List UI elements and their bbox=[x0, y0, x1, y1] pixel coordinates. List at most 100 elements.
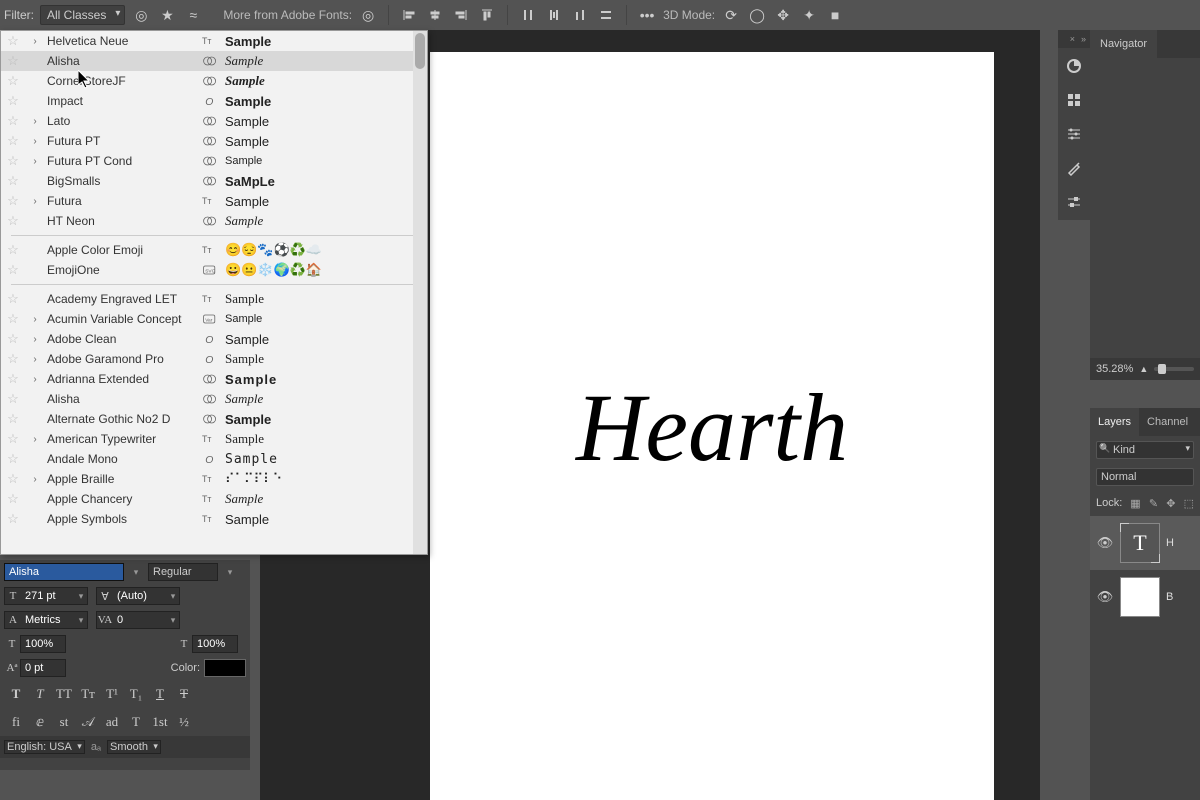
font-row[interactable]: ☆›LatoSample bbox=[1, 111, 427, 131]
layer-visibility-icon[interactable]: 👁 bbox=[1096, 535, 1114, 551]
color-panel-icon[interactable] bbox=[1064, 56, 1084, 76]
expand-dock-icon[interactable]: » bbox=[1081, 34, 1086, 44]
3d-roll-icon[interactable]: ◯ bbox=[747, 5, 767, 25]
3d-camera-icon[interactable]: ■ bbox=[825, 5, 845, 25]
layer-filter-select[interactable]: Kind bbox=[1096, 441, 1194, 459]
font-row[interactable]: ☆›Apple BrailleTᴛ⠎⠁⠍⠏⠇⠑ bbox=[1, 469, 427, 489]
dropdown-scrollbar[interactable] bbox=[413, 31, 427, 554]
font-row[interactable]: ☆›Adobe CleanOSample bbox=[1, 329, 427, 349]
favorite-star-icon[interactable]: ☆ bbox=[1, 242, 25, 258]
favorite-star-icon[interactable]: ☆ bbox=[1, 262, 25, 278]
navigator-preview[interactable] bbox=[1090, 58, 1200, 358]
small-caps-button[interactable]: Tᴛ bbox=[78, 684, 98, 704]
zoom-slider[interactable] bbox=[1154, 367, 1194, 371]
favorite-star-icon[interactable]: ☆ bbox=[1, 193, 25, 209]
faux-bold-button[interactable]: T bbox=[6, 684, 26, 704]
text-color-swatch[interactable] bbox=[204, 659, 246, 677]
favorite-star-icon[interactable]: ☆ bbox=[1, 371, 25, 387]
favorite-star-icon[interactable]: ☆ bbox=[1, 73, 25, 89]
font-row[interactable]: ☆›AlishaSample bbox=[1, 389, 427, 409]
titling-alt-button[interactable]: T bbox=[126, 712, 146, 732]
font-row[interactable]: ☆›AlishaSample bbox=[1, 51, 427, 71]
superscript-button[interactable]: T¹ bbox=[102, 684, 122, 704]
baseline-field[interactable]: Aª bbox=[4, 659, 66, 677]
favorite-star-icon[interactable]: ☆ bbox=[1, 431, 25, 447]
font-row[interactable]: ☆›Adrianna ExtendedSample bbox=[1, 369, 427, 389]
layer-item[interactable]: 👁TH bbox=[1090, 516, 1200, 570]
favorite-star-icon[interactable]: ☆ bbox=[1, 311, 25, 327]
expand-family-icon[interactable]: › bbox=[25, 116, 45, 127]
all-caps-button[interactable]: TT bbox=[54, 684, 74, 704]
favorite-star-icon[interactable]: ☆ bbox=[1, 351, 25, 367]
lock-artboard-icon[interactable]: ⬚ bbox=[1184, 496, 1194, 510]
3d-orbit-icon[interactable]: ⟳ bbox=[721, 5, 741, 25]
favorite-star-icon[interactable]: ☆ bbox=[1, 411, 25, 427]
font-size-field[interactable]: T271 pt▾ bbox=[4, 587, 88, 605]
font-row[interactable]: ☆›CornerStoreJFSample bbox=[1, 71, 427, 91]
layer-visibility-icon[interactable]: 👁 bbox=[1096, 589, 1114, 605]
expand-family-icon[interactable]: › bbox=[25, 334, 45, 345]
font-row[interactable]: ☆›EmojiOneSVG😀😐❄️🌍♻️🏠 bbox=[1, 260, 427, 280]
ordinals-button[interactable]: 1st bbox=[150, 712, 170, 732]
font-row[interactable]: ☆›Academy Engraved LETTᴛSample bbox=[1, 289, 427, 309]
adjustments-panel-icon[interactable] bbox=[1064, 124, 1084, 144]
font-row[interactable]: ☆›BigSmallsSaMpLe bbox=[1, 171, 427, 191]
favorite-star-icon[interactable]: ☆ bbox=[1, 471, 25, 487]
align-left-icon[interactable] bbox=[399, 5, 419, 25]
expand-family-icon[interactable]: › bbox=[25, 314, 45, 325]
favorite-star-icon[interactable]: ☆ bbox=[1, 93, 25, 109]
favorite-star-icon[interactable]: ☆ bbox=[1, 291, 25, 307]
discretionary-lig-button[interactable]: st bbox=[54, 712, 74, 732]
favorite-star-icon[interactable]: ☆ bbox=[1, 113, 25, 129]
font-row[interactable]: ☆›Acumin Variable ConceptVarSample bbox=[1, 309, 427, 329]
zoom-out-icon[interactable]: ▲ bbox=[1139, 364, 1148, 374]
favorite-filter-icon[interactable]: ★ bbox=[157, 5, 177, 25]
font-row[interactable]: ☆›FuturaTᴛSample bbox=[1, 191, 427, 211]
favorite-star-icon[interactable]: ☆ bbox=[1, 511, 25, 527]
language-select[interactable]: English: USA bbox=[4, 740, 85, 754]
layer-item[interactable]: 👁B bbox=[1090, 570, 1200, 624]
scrollbar-thumb[interactable] bbox=[415, 33, 425, 69]
lock-pixels-icon[interactable]: ▦ bbox=[1130, 496, 1140, 510]
faux-italic-button[interactable]: T bbox=[30, 684, 50, 704]
channels-tab[interactable]: Channel bbox=[1139, 408, 1196, 436]
font-row[interactable]: ☆›Andale MonoOSample bbox=[1, 449, 427, 469]
properties-panel-icon[interactable] bbox=[1064, 192, 1084, 212]
layers-tab[interactable]: Layers bbox=[1090, 408, 1139, 436]
fractions-button[interactable]: ½ bbox=[174, 712, 194, 732]
favorite-star-icon[interactable]: ☆ bbox=[1, 33, 25, 49]
font-row[interactable]: ☆›Adobe Garamond ProOSample bbox=[1, 349, 427, 369]
underline-button[interactable]: T bbox=[150, 684, 170, 704]
expand-family-icon[interactable]: › bbox=[25, 434, 45, 445]
favorite-star-icon[interactable]: ☆ bbox=[1, 391, 25, 407]
blend-mode-select[interactable]: Normal bbox=[1096, 468, 1194, 486]
3d-slide-icon[interactable]: ✦ bbox=[799, 5, 819, 25]
char-font-family-input[interactable] bbox=[4, 563, 124, 581]
font-row[interactable]: ☆›Apple Color EmojiTᴛ😊😔🐾⚽♻️☁️ bbox=[1, 240, 427, 260]
font-row[interactable]: ☆›Apple SymbolsTᴛSample bbox=[1, 509, 427, 529]
distribute-bottom-icon[interactable] bbox=[570, 5, 590, 25]
navigator-tab[interactable]: Navigator bbox=[1090, 30, 1157, 58]
font-family-dropdown[interactable]: ☆›Helvetica NeueTᴛSample☆›AlishaSample☆›… bbox=[0, 30, 428, 555]
layer-thumbnail[interactable]: T bbox=[1120, 523, 1160, 563]
expand-family-icon[interactable]: › bbox=[25, 354, 45, 365]
swatches-panel-icon[interactable] bbox=[1064, 90, 1084, 110]
align-center-h-icon[interactable] bbox=[425, 5, 445, 25]
document-canvas[interactable]: Hearth bbox=[430, 52, 994, 800]
font-row[interactable]: ☆›Alternate Gothic No2 DSample bbox=[1, 409, 427, 429]
favorite-star-icon[interactable]: ☆ bbox=[1, 213, 25, 229]
font-row[interactable]: ☆›American TypewriterTᴛSample bbox=[1, 429, 427, 449]
expand-family-icon[interactable]: › bbox=[25, 156, 45, 167]
font-row[interactable]: ☆›Apple ChanceryTᴛSample bbox=[1, 489, 427, 509]
font-style-dd[interactable]: ▾ bbox=[224, 567, 236, 578]
antialiasing-select[interactable]: Smooth bbox=[107, 740, 161, 754]
favorite-star-icon[interactable]: ☆ bbox=[1, 133, 25, 149]
leading-field[interactable]: Ɐ(Auto)▾ bbox=[96, 587, 180, 605]
font-filter-select[interactable]: All Classes bbox=[40, 5, 125, 25]
text-layer-content[interactable]: Hearth bbox=[430, 372, 994, 483]
contextual-alt-button[interactable]: ⅇ bbox=[30, 712, 50, 732]
font-row[interactable]: ☆›Futura PT CondSample bbox=[1, 151, 427, 171]
swash-button[interactable]: 𝒜 bbox=[78, 712, 98, 732]
favorite-star-icon[interactable]: ☆ bbox=[1, 173, 25, 189]
styles-panel-icon[interactable] bbox=[1064, 158, 1084, 178]
